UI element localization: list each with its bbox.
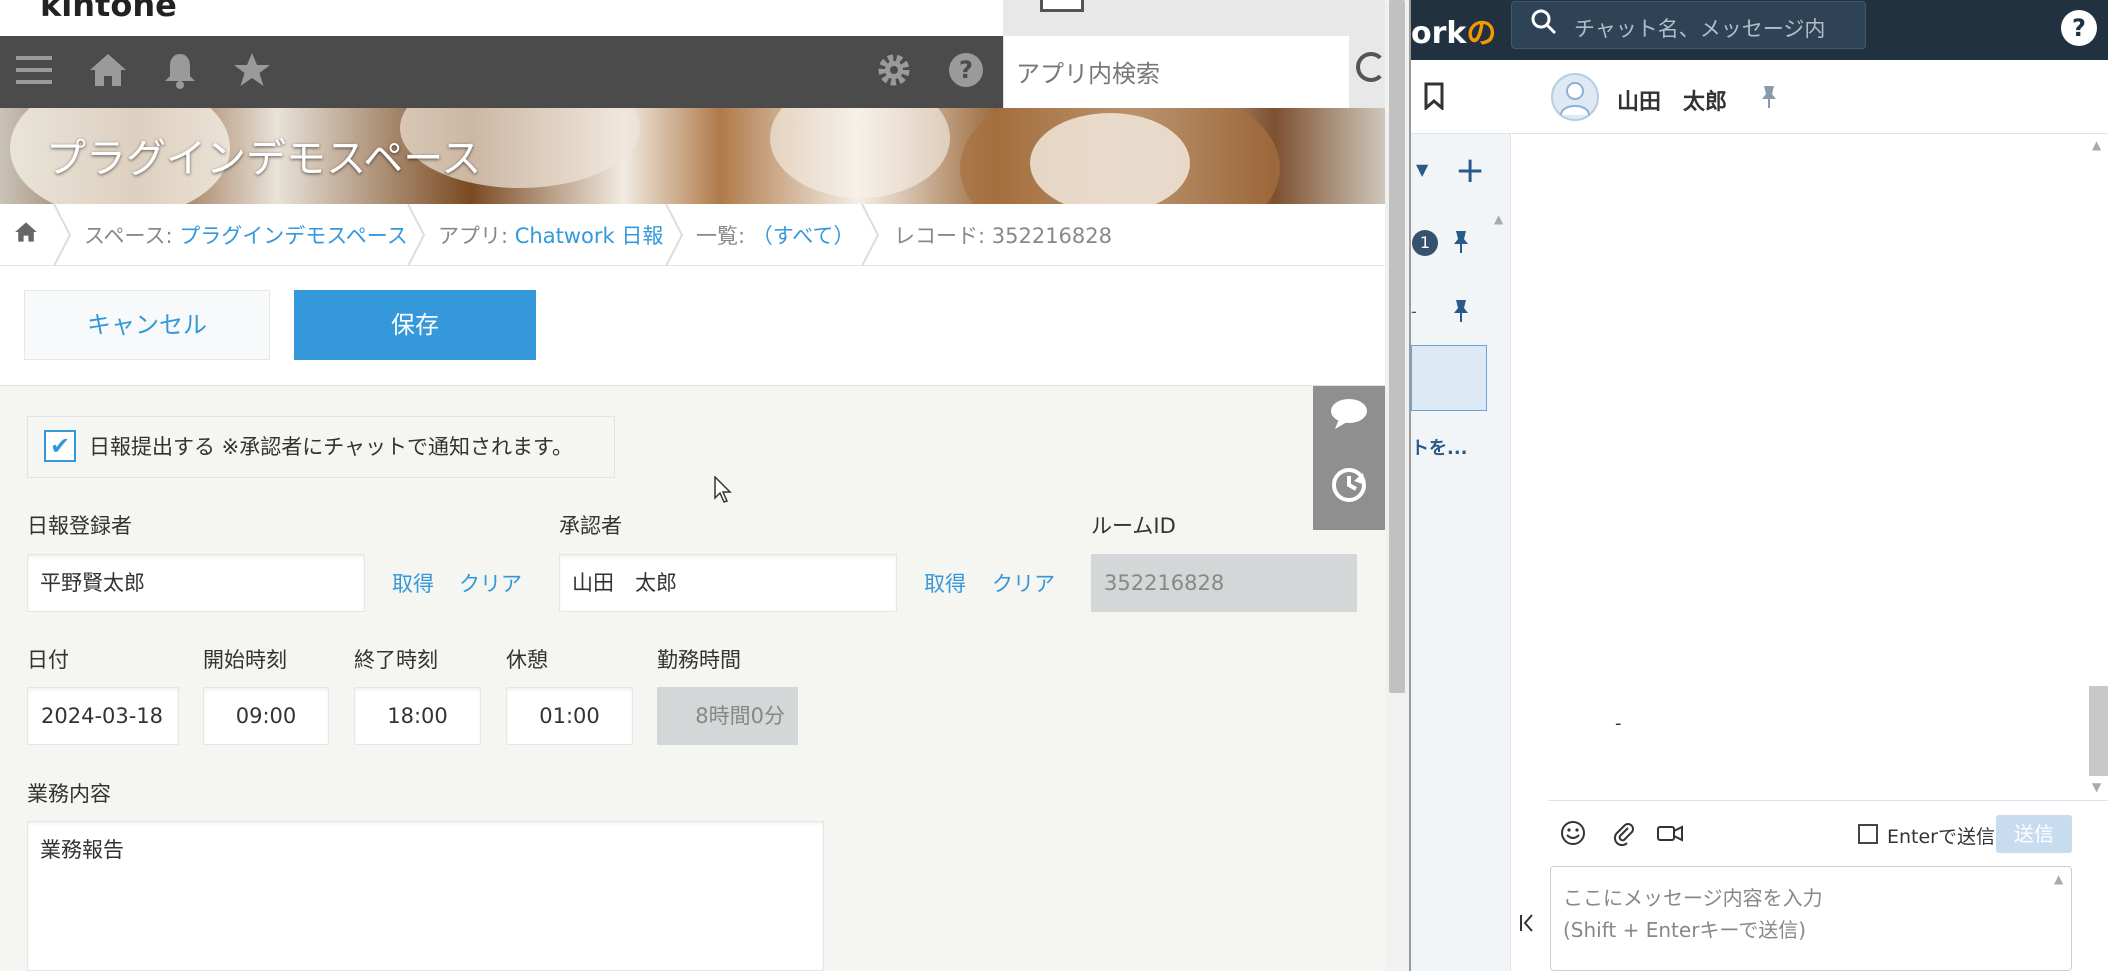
scroll-up-arrow-icon[interactable]: ▲ <box>2054 872 2063 886</box>
registrant-get-link[interactable]: 取得 <box>392 568 434 598</box>
date-label: 日付 <box>27 648 69 672</box>
search-icon[interactable] <box>1356 52 1386 82</box>
breadcrumb-record: レコード: 352216828 <box>894 224 1112 248</box>
unread-badge: 1 <box>1412 230 1438 256</box>
breadcrumb-home-icon[interactable] <box>14 220 38 248</box>
svg-text:?: ? <box>959 56 973 84</box>
room-list-panel <box>1411 60 1511 971</box>
room-id-label: ルームID <box>1091 514 1176 538</box>
menu-icon[interactable] <box>12 50 56 94</box>
window-icon <box>1040 0 1084 12</box>
search-icon <box>1530 8 1558 43</box>
home-icon[interactable] <box>86 50 130 94</box>
scroll-up-arrow-icon[interactable]: ▲ <box>2092 138 2101 152</box>
notify-checkbox[interactable]: ✔ <box>44 430 76 462</box>
breadcrumb-separator <box>665 204 684 266</box>
work-hours-label: 勤務時間 <box>657 648 741 672</box>
timeline-scrollbar-thumb[interactable] <box>2089 686 2108 776</box>
add-chat-icon[interactable]: + <box>1455 150 1485 191</box>
breadcrumb-app[interactable]: アプリ: Chatwork 日報 <box>438 220 663 250</box>
video-call-icon[interactable] <box>1656 820 1684 852</box>
work-hours-field: 8時間0分 <box>657 687 798 745</box>
kintone-scrollbar-thumb[interactable] <box>1389 0 1405 693</box>
chatwork-logo-accent: の <box>1466 16 1497 51</box>
date-field[interactable]: 2024-03-18 <box>27 687 179 745</box>
help-icon[interactable]: ? <box>944 50 988 94</box>
message-input-placeholder: ここにメッセージ内容を入力 <box>1563 886 1823 910</box>
save-button[interactable]: 保存 <box>294 290 536 360</box>
emoji-icon[interactable] <box>1560 820 1586 852</box>
chatwork-logo-text: ork <box>1411 16 1467 51</box>
breadcrumb-space[interactable]: スペース: プラグインデモスペース <box>84 220 408 250</box>
collapse-panel-icon[interactable] <box>1518 912 1540 940</box>
bookmark-icon[interactable] <box>1423 82 1445 117</box>
end-time-label: 終了時刻 <box>354 648 438 672</box>
breadcrumb-app-prefix: アプリ: <box>438 224 515 248</box>
breadcrumb-space-link[interactable]: プラグインデモスペース <box>179 224 407 248</box>
approver-label: 承認者 <box>559 514 622 538</box>
attachment-icon[interactable] <box>1610 820 1636 852</box>
breadcrumb-list-prefix: 一覧: <box>696 224 752 248</box>
start-time-field[interactable]: 09:00 <box>203 687 329 745</box>
break-label: 休憩 <box>506 648 548 672</box>
message-text: - <box>1615 713 1622 734</box>
message-input-hint: (Shift + Enterキーで送信) <box>1563 918 1807 942</box>
approver-field[interactable]: 山田 太郎 <box>559 554 897 612</box>
pin-icon[interactable] <box>1452 298 1470 330</box>
room-list-item-selected[interactable] <box>1411 345 1487 411</box>
breadcrumb-separator <box>861 204 880 266</box>
pin-icon[interactable] <box>1760 84 1778 116</box>
enter-send-checkbox[interactable] <box>1858 824 1878 844</box>
breadcrumb-app-link[interactable]: Chatwork 日報 <box>515 224 664 248</box>
space-title: プラグインデモスペース <box>46 136 482 182</box>
kintone-nav-bar: ? <box>0 36 1003 108</box>
enter-send-label[interactable]: Enterで送信 <box>1887 822 1995 849</box>
registrant-field[interactable]: 平野賢太郎 <box>27 554 365 612</box>
breadcrumb-space-prefix: スペース: <box>84 224 180 248</box>
chevron-down-icon[interactable]: ▼ <box>1416 160 1428 179</box>
history-icon[interactable] <box>1313 458 1385 530</box>
breadcrumb-list-link[interactable]: （すべて） <box>752 224 855 248</box>
room-id-field: 352216828 <box>1091 554 1357 612</box>
chatwork-logo[interactable]: orkの <box>1411 8 1496 52</box>
app-search-placeholder: アプリ内検索 <box>1016 60 1160 88</box>
start-time-label: 開始時刻 <box>203 648 287 672</box>
notify-checkbox-label[interactable]: 日報提出する ※承認者にチャットで通知されます。 <box>89 431 573 461</box>
approver-clear-link[interactable]: クリア <box>992 568 1055 598</box>
break-field[interactable]: 01:00 <box>506 687 633 745</box>
cancel-button[interactable]: キャンセル <box>24 290 270 360</box>
work-content-label: 業務内容 <box>27 782 111 806</box>
bell-icon[interactable] <box>158 50 202 94</box>
scroll-up-arrow-icon[interactable]: ▲ <box>1494 212 1503 226</box>
approver-get-link[interactable]: 取得 <box>924 568 966 598</box>
comment-icon[interactable] <box>1313 386 1385 458</box>
mouse-cursor <box>714 476 732 503</box>
scroll-down-arrow-icon[interactable]: ▼ <box>2092 780 2101 794</box>
help-icon[interactable]: ? <box>2061 10 2097 46</box>
breadcrumb-separator <box>407 204 426 266</box>
registrant-clear-link[interactable]: クリア <box>459 568 522 598</box>
room-header <box>1512 60 2108 134</box>
kintone-logo[interactable]: kintone <box>40 0 177 24</box>
work-content-textarea[interactable]: 業務報告 <box>27 821 824 971</box>
room-list-item-fragment: - <box>1411 302 1417 321</box>
chat-search-placeholder: チャット名、メッセージ内 <box>1574 17 1826 41</box>
room-name: 山田 太郎 <box>1617 90 1728 115</box>
end-time-field[interactable]: 18:00 <box>354 687 481 745</box>
pin-icon[interactable] <box>1452 229 1470 261</box>
breadcrumb-list[interactable]: 一覧: （すべて） <box>696 220 854 250</box>
message-timeline <box>1512 134 2108 800</box>
gear-icon[interactable] <box>872 50 916 94</box>
send-button[interactable]: 送信 <box>1996 815 2072 853</box>
avatar[interactable] <box>1551 73 1599 121</box>
breadcrumb-separator <box>53 204 72 266</box>
room-list-item-label[interactable]: トを... <box>1411 434 1468 460</box>
star-icon[interactable] <box>230 50 274 94</box>
registrant-label: 日報登録者 <box>27 514 132 538</box>
